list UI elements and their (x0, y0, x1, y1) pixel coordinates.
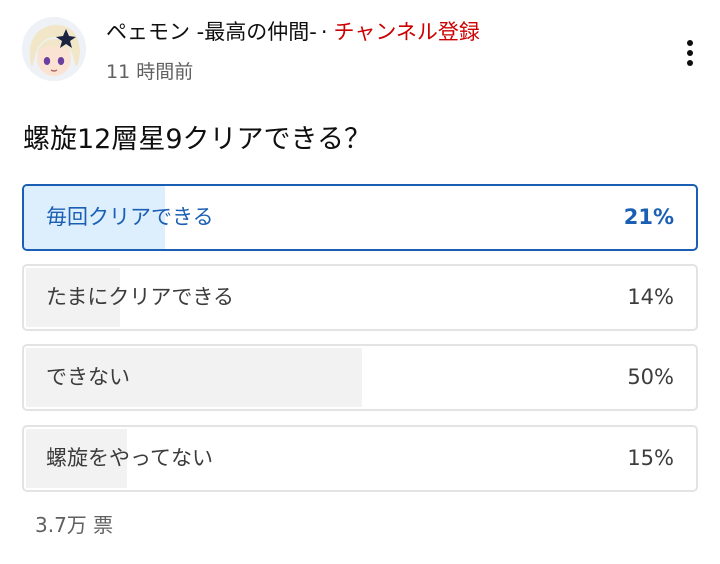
separator: · (320, 20, 328, 44)
character-avatar-icon (22, 17, 86, 81)
channel-name[interactable]: ペェモン -最高の仲間- (106, 20, 317, 44)
poll-option-percent: 15% (627, 446, 674, 470)
poll-option-percent: 14% (627, 285, 674, 309)
channel-row: ペェモン -最高の仲間- · チャンネル登録 (106, 16, 480, 48)
community-post: ペェモン -最高の仲間- · チャンネル登録 11 時間前 螺旋12層星9クリアでき… (0, 0, 720, 564)
poll-option[interactable]: たまにクリアできる 14% (22, 264, 698, 331)
post-time: 11 時間前 (106, 61, 194, 83)
poll-option[interactable]: 螺旋をやってない 15% (22, 425, 698, 492)
poll-option[interactable]: 毎回クリアできる 21% (22, 184, 698, 251)
poll-option-label: できない (46, 365, 130, 389)
more-vert-icon[interactable] (676, 36, 704, 70)
vote-count: 3.7万 票 (35, 513, 114, 537)
poll-option-percent: 50% (627, 365, 674, 389)
poll-option-label: 螺旋をやってない (46, 446, 213, 470)
poll-option[interactable]: できない 50% (22, 344, 698, 411)
channel-avatar[interactable] (22, 17, 86, 81)
poll-question: 螺旋12層星9クリアできる？ (23, 124, 371, 155)
subscribe-button[interactable]: チャンネル登録 (334, 20, 480, 44)
poll-option-percent: 21% (623, 205, 674, 229)
poll-option-label: 毎回クリアできる (46, 205, 214, 229)
poll-option-label: たまにクリアできる (46, 285, 234, 309)
